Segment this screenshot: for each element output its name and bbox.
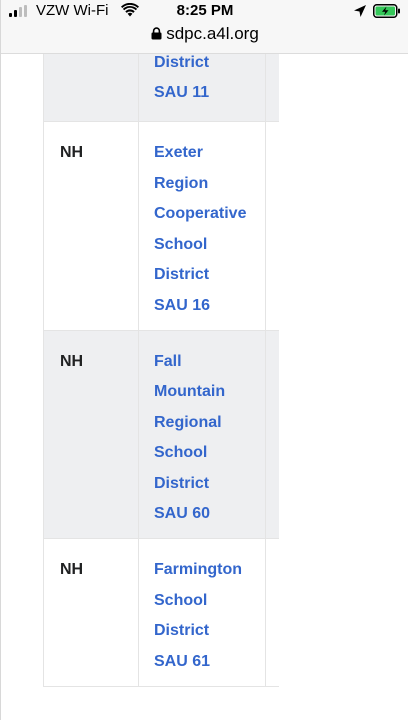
district-name-line[interactable]: Exeter <box>154 144 203 162</box>
district-name-line[interactable]: Region <box>154 175 208 193</box>
status-bar: VZW Wi-Fi 8:25 PM <box>1 0 408 22</box>
lock-icon <box>151 27 162 40</box>
carrier-name: VZW Wi-Fi <box>36 2 109 19</box>
district-name-line[interactable]: School <box>154 236 207 254</box>
state-cell <box>43 54 139 121</box>
clock: 8:25 PM <box>176 2 234 19</box>
browser-frame: VZW Wi-Fi 8:25 PM sdpc.a4l.org District S… <box>0 0 408 720</box>
district-name-line[interactable]: Mountain <box>154 383 225 401</box>
district-name-line[interactable]: District <box>154 266 209 284</box>
district-name-link[interactable]: Fall Mountain Regional School District SAU 60 <box>139 330 266 538</box>
state-cell: NH <box>43 539 139 686</box>
location-arrow-icon <box>354 5 366 17</box>
district-name-line[interactable]: School <box>154 592 207 610</box>
state-cell: NH <box>43 330 139 538</box>
state-abbreviation: NH <box>60 561 84 578</box>
url-text: sdpc.a4l.org <box>166 24 259 43</box>
district-name-line[interactable]: Cooperative <box>154 205 246 223</box>
state-abbreviation: NH <box>60 144 84 161</box>
district-name-line[interactable]: District <box>154 475 209 493</box>
table-row: District SAU 11 <box>43 54 279 122</box>
district-name-line[interactable]: SAU 16 <box>154 297 210 315</box>
district-name-line[interactable]: District <box>154 54 209 72</box>
state-cell: NH <box>43 122 139 330</box>
district-table: District SAU 11 NH Exeter Region Cooperative S… <box>43 54 279 687</box>
state-abbreviation: NH <box>60 352 84 370</box>
district-name-line[interactable]: School <box>154 444 207 462</box>
district-name-link[interactable]: District SAU 11 <box>139 54 266 121</box>
district-name-line[interactable]: SAU 11 <box>154 84 209 102</box>
district-name-line[interactable]: SAU 61 <box>154 653 210 671</box>
battery-charging-icon <box>373 4 400 18</box>
address-bar[interactable]: sdpc.a4l.org <box>1 22 408 54</box>
district-name-line[interactable]: District <box>154 622 209 640</box>
district-name-link[interactable]: Farmington School District SAU 61 <box>139 539 266 686</box>
district-name-line[interactable]: Fall <box>154 353 182 371</box>
district-name-line[interactable]: Regional <box>154 414 222 432</box>
wifi-icon <box>121 3 139 17</box>
district-name-link[interactable]: Exeter Region Cooperative School District SAU… <box>139 122 266 330</box>
table-row: NH Exeter Region Cooperative School District S… <box>43 122 279 331</box>
district-name-line[interactable]: Farmington <box>154 561 242 579</box>
district-name-line[interactable]: SAU 60 <box>154 505 210 523</box>
table-row: NH Fall Mountain Regional School District SAU … <box>43 330 279 539</box>
table-row: NH Farmington School District SAU 61 <box>43 539 279 687</box>
cellular-signal-icon <box>9 5 31 17</box>
